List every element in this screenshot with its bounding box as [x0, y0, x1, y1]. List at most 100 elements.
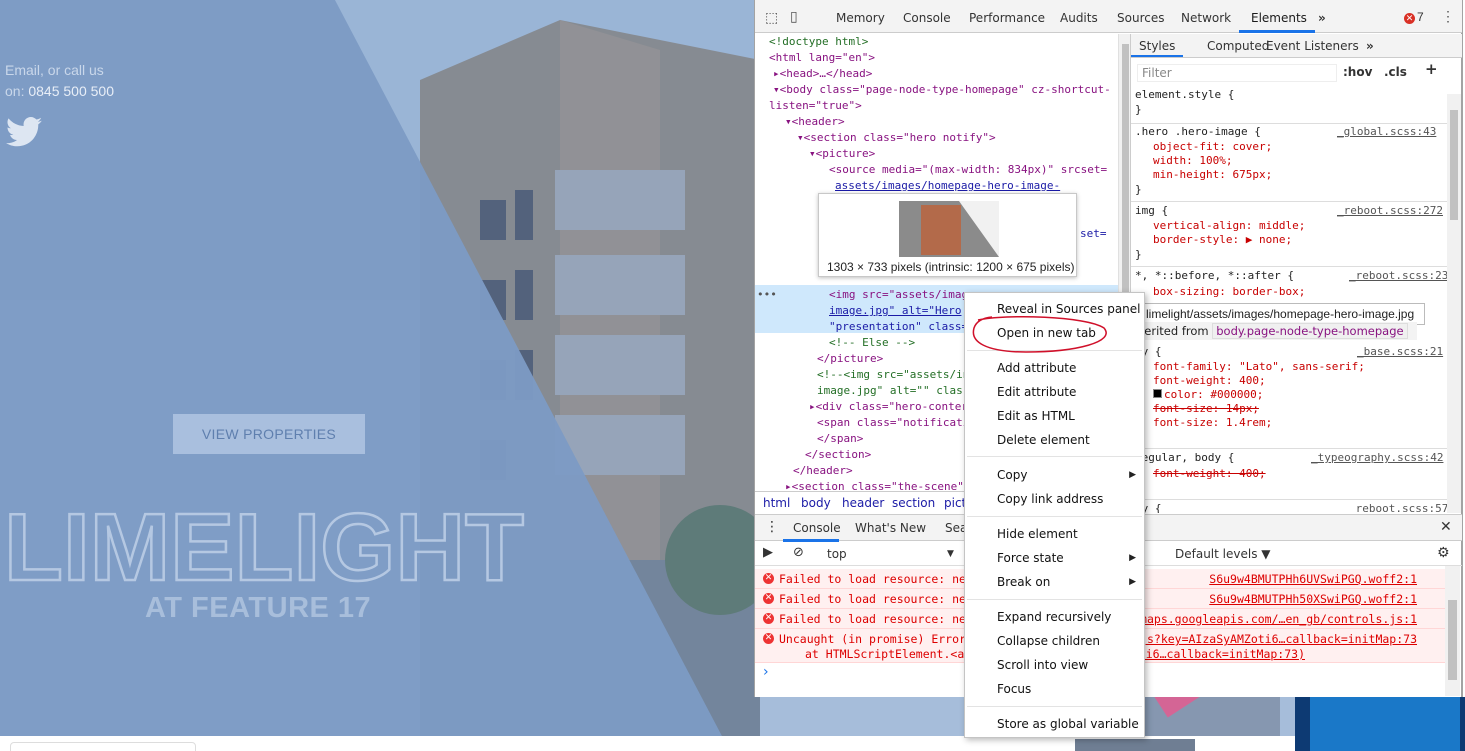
tab-performance[interactable]: Performance [969, 11, 1045, 25]
css-property[interactable]: box-sizing: border-box; [1153, 285, 1305, 300]
menu-item-edit-attribute[interactable]: Edit attribute [997, 385, 1076, 399]
new-rule-button[interactable]: + [1425, 62, 1438, 77]
kebab-menu-icon[interactable]: ⋮ [1441, 8, 1455, 25]
collapse-arrow-icon[interactable]: ▾ [773, 83, 780, 96]
tree-line[interactable]: </header> [793, 463, 853, 479]
message-source-link[interactable]: js?key=AIzaSyAMZoti6…callback=initMap:73 [1140, 632, 1417, 646]
menu-item-collapse-children[interactable]: Collapse children [997, 634, 1100, 648]
view-properties-button[interactable]: VIEW PROPERTIES [173, 414, 365, 454]
tree-line[interactable]: ▾<body class="page-node-type-homepage" c… [773, 82, 1111, 98]
tree-line[interactable]: <source media="(max-width: 834px)" srcse… [829, 162, 1107, 178]
css-property[interactable]: font-weight: 400; [1153, 374, 1266, 389]
css-property[interactable]: object-fit: cover; [1153, 140, 1272, 155]
styles-scrollbar[interactable] [1447, 94, 1461, 513]
tree-line[interactable]: <!--<img src="assets/in [817, 367, 969, 383]
tree-line-selected[interactable]: <img src="assets/imag [829, 287, 968, 303]
css-source-link[interactable]: _global.scss:43 [1337, 125, 1436, 140]
message-source-link[interactable]: S6u9w4BMUTPHh6UVSwiPGQ.woff2:1 [1209, 572, 1417, 586]
sidebar-toggle-icon[interactable]: ▶ [763, 545, 773, 560]
drawer-menu-icon[interactable]: ⋮ [765, 519, 779, 535]
menu-item-copy[interactable]: Copy [997, 468, 1027, 482]
expand-arrow-icon[interactable]: ▸ [809, 400, 816, 413]
tree-line[interactable]: <!doctype html> [769, 34, 868, 50]
collapse-arrow-icon[interactable]: ▾ [809, 147, 816, 160]
tree-line[interactable]: <span class="notificati [817, 415, 969, 431]
menu-item-store-as-global-variable[interactable]: Store as global variable [997, 717, 1139, 731]
tree-line[interactable]: <!-- Else --> [829, 335, 915, 351]
more-tabs-chevron-icon[interactable]: » [1318, 11, 1326, 25]
message-source-link[interactable]: S6u9w4BMUTPHh50XSwiPGQ.woff2:1 [1209, 592, 1417, 606]
context-select[interactable]: top [827, 547, 847, 561]
srcset-link[interactable]: assets/images/homepage-hero-image- [835, 178, 1060, 194]
scrollbar-thumb[interactable] [1448, 600, 1457, 680]
tab-console[interactable]: Console [903, 11, 951, 25]
node-ellipsis-icon[interactable]: ••• [757, 287, 777, 303]
css-selector[interactable]: *, *::before, *::after { [1135, 269, 1294, 284]
breadcrumb-body[interactable]: body [801, 496, 831, 510]
tree-line[interactable]: <html lang="en"> [769, 50, 875, 66]
twitter-icon[interactable] [6, 116, 42, 148]
tree-line-selected[interactable]: image.jpg" alt="Hero [829, 303, 961, 319]
collapse-arrow-icon[interactable]: ▾ [785, 115, 792, 128]
tree-line[interactable]: listen="true"> [769, 98, 862, 114]
breadcrumb-picture[interactable]: pict [944, 496, 966, 510]
drawer-tab-whats-new[interactable]: What's New [855, 521, 926, 535]
console-prompt-icon[interactable]: › [763, 664, 769, 680]
scrollbar-thumb[interactable] [1122, 44, 1129, 294]
css-source-link[interactable]: _base.scss:21 [1357, 345, 1443, 360]
inspect-element-icon[interactable]: ⬚ [765, 9, 778, 26]
menu-item-scroll-into-view[interactable]: Scroll into view [997, 658, 1088, 672]
breadcrumb-section[interactable]: section [892, 496, 935, 510]
more-tabs-chevron-icon[interactable]: » [1366, 39, 1374, 54]
tab-computed[interactable]: Computed [1207, 39, 1269, 54]
tree-line[interactable]: image.jpg" alt="" clas [817, 383, 963, 399]
expand-arrow-icon[interactable]: ▸ [773, 67, 780, 80]
clear-console-icon[interactable]: ⊘ [793, 545, 804, 560]
console-settings-gear-icon[interactable]: ⚙ [1437, 545, 1450, 561]
styles-filter-input[interactable]: Filter [1137, 64, 1337, 82]
menu-item-focus[interactable]: Focus [997, 682, 1031, 696]
css-selector[interactable]: element.style { [1135, 88, 1234, 103]
menu-item-edit-as-html[interactable]: Edit as HTML [997, 409, 1075, 423]
css-source-link[interactable]: _reboot.scss:23 [1349, 269, 1448, 284]
drawer-tab-console[interactable]: Console [793, 521, 841, 535]
chevron-down-icon[interactable]: ▼ [947, 549, 954, 559]
css-property[interactable]: width: 100%; [1153, 154, 1232, 169]
css-property[interactable]: border-style: ▶ none; [1153, 233, 1292, 248]
class-toggle-button[interactable]: .cls [1384, 65, 1407, 80]
error-count-badge[interactable]: ✕ 7 [1404, 10, 1424, 24]
breadcrumb-header[interactable]: header [842, 496, 884, 510]
tree-line-selected[interactable]: "presentation" class= [829, 319, 968, 335]
tree-line[interactable]: ▸<div class="hero-conter [809, 399, 968, 415]
tab-styles[interactable]: Styles [1139, 39, 1175, 54]
inherited-from-link[interactable]: body.page-node-type-homepage [1212, 323, 1408, 339]
css-property[interactable]: vertical-align: middle; [1153, 219, 1305, 234]
tree-line[interactable]: set= [1080, 226, 1107, 242]
tree-line[interactable]: </span> [817, 431, 863, 447]
message-source-link[interactable]: maps.googleapis.com/…en_gb/controls.js:1 [1140, 612, 1417, 626]
css-selector[interactable]: regular, body { [1135, 451, 1234, 466]
css-property-overridden[interactable]: font-size: 14px; [1153, 402, 1259, 417]
css-property-overridden[interactable]: font-weight: 400; [1153, 467, 1266, 482]
tree-line[interactable]: </picture> [817, 351, 883, 367]
css-selector[interactable]: img { [1135, 204, 1168, 219]
breadcrumb-html[interactable]: html [763, 496, 790, 510]
tree-line[interactable]: ▾<header> [785, 114, 845, 130]
console-scrollbar[interactable] [1445, 566, 1460, 696]
device-toolbar-icon[interactable]: ▯ [790, 8, 798, 25]
menu-item-expand-recursively[interactable]: Expand recursively [997, 610, 1111, 624]
log-levels-select[interactable]: Default levels ▼ [1175, 547, 1271, 561]
tree-line[interactable]: </section> [805, 447, 871, 463]
menu-item-add-attribute[interactable]: Add attribute [997, 361, 1076, 375]
tab-network[interactable]: Network [1181, 11, 1231, 25]
css-property[interactable]: font-size: 1.4rem; [1153, 416, 1272, 431]
css-source-link[interactable]: _reboot.scss:272 [1337, 204, 1443, 219]
tree-line[interactable]: ▸<head>…</head> [773, 66, 872, 82]
hover-state-button[interactable]: :hov [1343, 65, 1372, 80]
phone-number-link[interactable]: 0845 500 500 [28, 83, 114, 99]
menu-item-delete-element[interactable]: Delete element [997, 433, 1090, 447]
menu-item-hide-element[interactable]: Hide element [997, 527, 1078, 541]
menu-item-copy-link-address[interactable]: Copy link address [997, 492, 1103, 506]
expand-arrow-icon[interactable]: ▸ [785, 480, 792, 491]
css-color-property[interactable]: color: #000000; [1153, 388, 1263, 403]
